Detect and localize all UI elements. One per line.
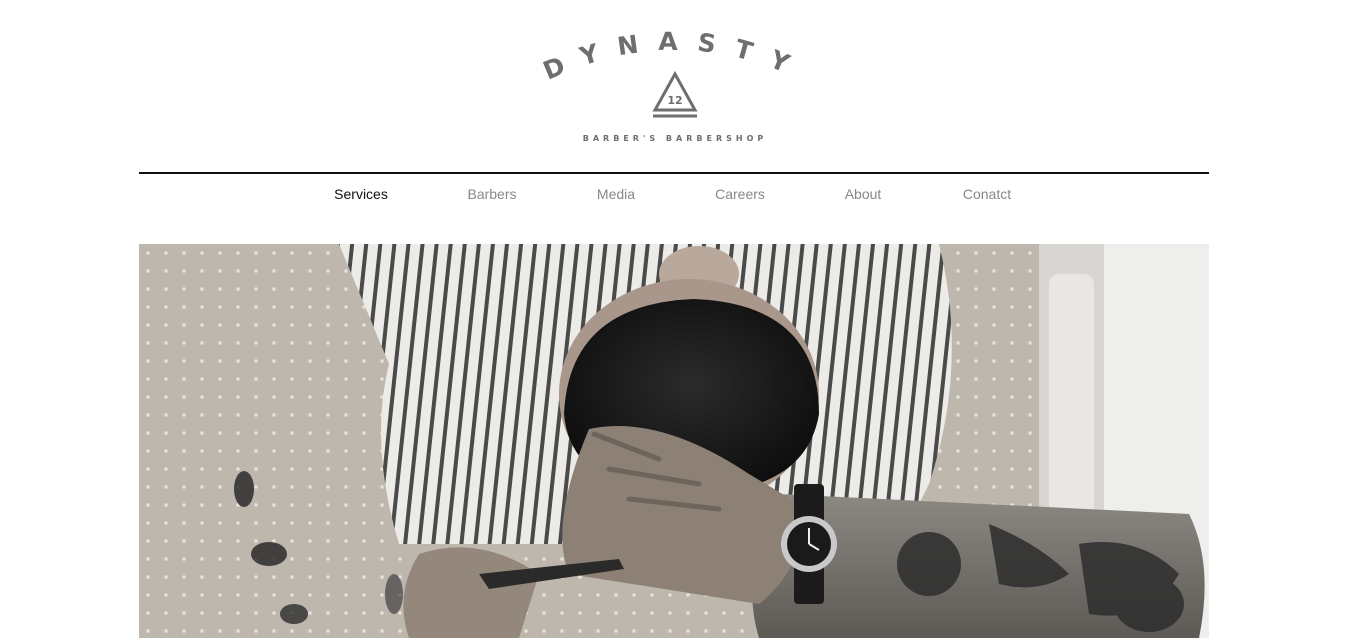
nav-item-media[interactable]: Media [556, 186, 676, 202]
brand-tagline: BARBER'S BARBERSHOP [582, 134, 768, 143]
brand-logo[interactable]: DYNASTY 12 [540, 30, 810, 150]
svg-text:DYNASTY: DYNASTY [540, 30, 810, 86]
page: DYNASTY 12 BARBER'S BARBERSHOP Services … [0, 0, 1345, 638]
nav-item-contact[interactable]: Conatct [927, 186, 1047, 202]
badge-number: 12 [667, 94, 682, 107]
barber-photo-illustration [139, 244, 1209, 638]
brand-name: DYNASTY [540, 30, 792, 86]
nav-item-careers[interactable]: Careers [680, 186, 800, 202]
nav-item-services[interactable]: Services [301, 186, 421, 202]
nav-divider [139, 172, 1209, 174]
nav-item-about[interactable]: About [803, 186, 923, 202]
main-nav: Services Barbers Media Careers About Con… [0, 186, 1345, 206]
hero-image [139, 244, 1209, 638]
nav-item-barbers[interactable]: Barbers [432, 186, 552, 202]
triangle-badge-icon: 12 [652, 70, 698, 118]
